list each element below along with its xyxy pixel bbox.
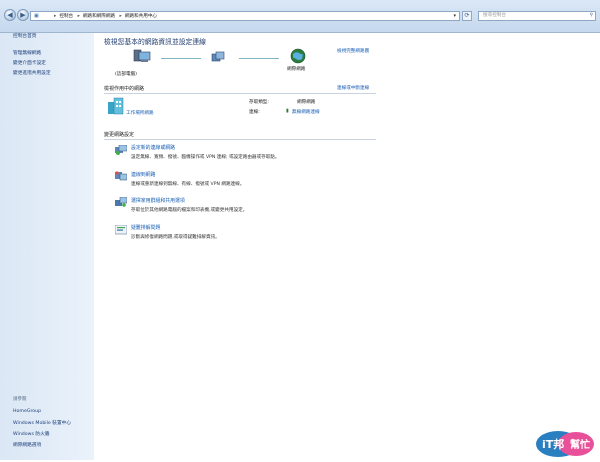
wireless-connection-link[interactable]: 無線網路連線 (292, 109, 320, 115)
back-button[interactable]: ◀ (4, 9, 16, 21)
change-settings-heading: 變更網路設定 (104, 132, 135, 138)
sidebar: 控制台首頁 管理無線網路 變更介面卡設定 變更進階共用設定 請參閱 HomeGr… (0, 33, 94, 460)
address-bar: ◀ ▶ ▣ ▸ 控制台 ▸ 網路和網際網路 ▸ 網路和共用中心 ▾ ⟳ 搜尋控制台 ⚲ (0, 0, 600, 33)
see-also-mobile-device-center[interactable]: Windows Mobile 裝置中心 (13, 420, 71, 426)
search-input[interactable]: 搜尋控制台 ⚲ (478, 11, 596, 21)
connect-network-icon (115, 171, 128, 181)
see-also-homegroup[interactable]: HomeGroup (13, 409, 41, 414)
task-new-connection-link[interactable]: 設定新的連線或網路 (131, 144, 175, 151)
new-connection-icon (115, 144, 128, 155)
network-type-link[interactable]: 工作場所網路 (126, 110, 154, 116)
sidebar-item-manage-wireless[interactable]: 管理無線網路 (13, 50, 41, 56)
work-network-icon (107, 96, 125, 116)
homegroup-icon (115, 196, 128, 207)
chevron-down-icon[interactable]: ▾ (453, 13, 456, 19)
active-networks-heading: 檢視作用中的網路 (104, 86, 145, 92)
connections-label: 連線: (249, 110, 260, 115)
internet-globe-icon (290, 48, 306, 64)
refresh-button[interactable]: ⟳ (462, 11, 472, 21)
breadcrumb-item-network-internet[interactable]: 網路和網際網路 (83, 14, 115, 19)
breadcrumb-separator-icon: ▸ (119, 14, 122, 19)
access-type-label: 存取類型: (249, 100, 269, 105)
map-connection-line (239, 58, 279, 59)
breadcrumb: ▸ 控制台 ▸ 網路和網際網路 ▸ 網路和共用中心 (51, 13, 157, 19)
computer-icon (132, 49, 152, 65)
troubleshoot-icon (114, 224, 128, 235)
ithelp-logo: iT邦 幫忙 (530, 424, 600, 460)
divider (104, 93, 376, 94)
map-node-internet: 網際網路 (287, 67, 306, 72)
logo-text-ithelp: iT邦 (542, 437, 564, 451)
sidebar-item-home[interactable]: 控制台首頁 (13, 33, 36, 39)
main-content: 檢視您基本的網路資訊並設定連線 檢視完整網路圖 (這部電腦) 網際網路 檢視作用… (94, 33, 600, 460)
network-device-icon (211, 50, 225, 64)
task-homegroup-desc: 存取位於其他網路電腦的檔案和印表機,或變更共用設定。 (131, 208, 248, 213)
search-placeholder: 搜尋控制台 (483, 13, 506, 18)
map-connection-line (161, 58, 201, 59)
forward-button[interactable]: ▶ (17, 9, 29, 21)
breadcrumb-separator-icon: ▸ (54, 14, 57, 19)
task-homegroup-link[interactable]: 選擇家用群組和共用選項 (131, 197, 185, 204)
control-panel-icon: ▣ (34, 13, 39, 19)
task-connect-network-link[interactable]: 連線到網路 (131, 171, 155, 178)
divider (104, 139, 376, 140)
search-icon[interactable]: ⚲ (590, 12, 593, 20)
task-troubleshoot-desc: 診斷與修復網路問題,或取得疑難排解資訊。 (131, 235, 220, 240)
logo-text-help: 幫忙 (570, 438, 590, 451)
full-map-link[interactable]: 檢視完整網路圖 (337, 48, 369, 54)
see-also-heading: 請參閱 (13, 397, 27, 402)
task-troubleshoot-link[interactable]: 疑難排解問題 (131, 224, 160, 231)
see-also-internet-options[interactable]: 網際網路選項 (13, 442, 41, 448)
breadcrumb-item-control-panel[interactable]: 控制台 (59, 14, 73, 19)
breadcrumb-item-sharing-center[interactable]: 網路和共用中心 (125, 14, 157, 19)
access-type-value: 網際網路 (297, 100, 316, 105)
task-new-connection-desc: 設定無線、寬頻、撥號、臨機操作或 VPN 連線; 或設定路由器或存取點。 (131, 155, 280, 160)
connect-disconnect-link[interactable]: 連線或中斷連線 (337, 85, 369, 91)
task-connect-network-desc: 連線或重新連線到無線、有線、撥號或 VPN 網路連線。 (131, 182, 245, 187)
map-node-this-computer: (這部電腦) (115, 72, 137, 77)
sidebar-item-adapter-settings[interactable]: 變更介面卡設定 (13, 60, 46, 66)
page-title: 檢視您基本的網路資訊並設定連線 (104, 38, 206, 46)
breadcrumb-separator-icon: ▸ (77, 14, 80, 19)
sidebar-item-advanced-sharing[interactable]: 變更進階共用設定 (13, 70, 51, 76)
see-also-firewall[interactable]: Windows 防火牆 (13, 431, 49, 437)
signal-icon: ▮ (286, 108, 289, 114)
address-input[interactable]: ▣ ▸ 控制台 ▸ 網路和網際網路 ▸ 網路和共用中心 ▾ (30, 11, 460, 21)
